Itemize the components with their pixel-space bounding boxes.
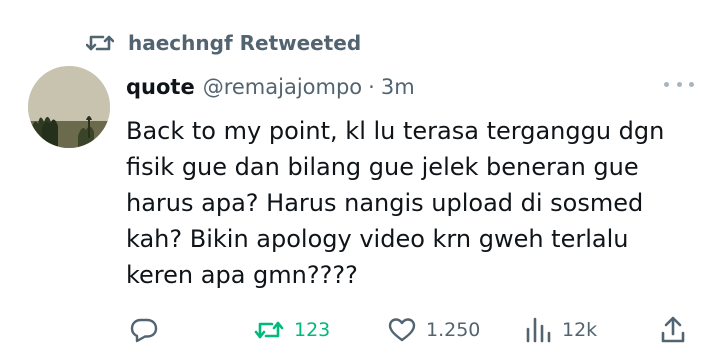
user-handle[interactable]: @remajajompo [203, 75, 362, 99]
views-count: 12k [562, 319, 598, 341]
avatar[interactable] [28, 66, 110, 148]
like-button[interactable]: 1.250 [388, 314, 480, 346]
social-context-text: haechngf Retweeted [128, 31, 362, 55]
reply-icon [130, 317, 158, 343]
retweet-icon [85, 32, 115, 54]
tweet-text: Back to my point, kl lu terasa terganggu… [126, 117, 665, 289]
retweet-button[interactable]: 123 [254, 314, 330, 346]
social-context[interactable]: haechngf Retweeted [85, 30, 362, 56]
timestamp[interactable]: 3m [381, 75, 415, 99]
views-button[interactable]: 12k [524, 314, 597, 346]
display-name[interactable]: quote [126, 75, 195, 99]
share-icon [660, 316, 686, 344]
heart-icon [388, 317, 416, 343]
retweet-icon [254, 318, 284, 342]
separator-dot: · [368, 75, 375, 99]
more-options-button[interactable] [664, 76, 694, 92]
more-dot-icon [689, 81, 694, 87]
action-bar: 123 1.250 12k [130, 314, 690, 346]
share-button[interactable] [660, 314, 686, 346]
reply-button[interactable] [130, 314, 168, 346]
more-dot-icon [664, 81, 669, 87]
views-icon [524, 317, 552, 343]
retweet-count: 123 [294, 319, 331, 341]
tweet-header: quote @remajajompo · 3m [126, 72, 415, 102]
more-dot-icon [676, 81, 682, 87]
like-count: 1.250 [426, 319, 481, 341]
